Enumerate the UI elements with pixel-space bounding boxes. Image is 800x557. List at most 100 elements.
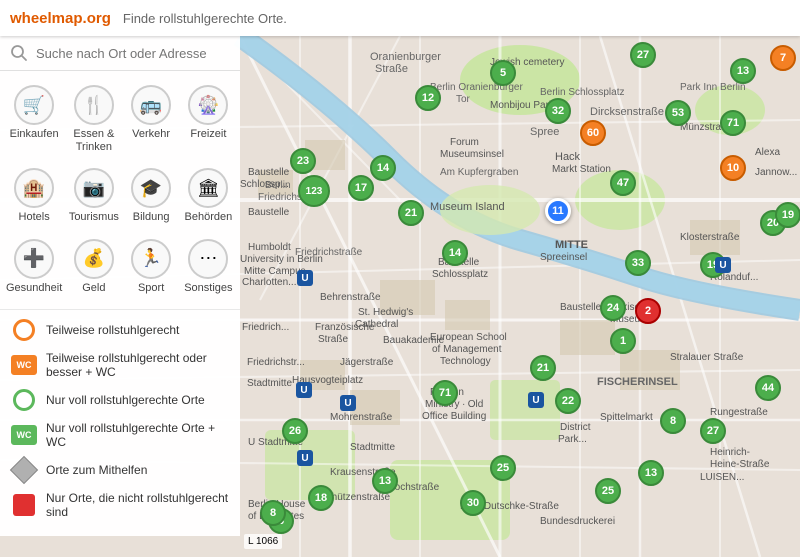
- ubahn-marker: U: [715, 257, 731, 273]
- map-cluster-c40[interactable]: 123: [298, 175, 330, 207]
- category-item-verkehr[interactable]: 🚌 Verkehr: [124, 79, 179, 160]
- map-cluster-c23[interactable]: 13: [730, 58, 756, 84]
- category-item-gesundheit[interactable]: ➕ Gesundheit: [4, 233, 64, 301]
- svg-text:Spreeinsel: Spreeinsel: [540, 252, 587, 263]
- svg-text:Stralauer Straße: Stralauer Straße: [670, 352, 744, 363]
- map-cluster-c36[interactable]: 13: [372, 468, 398, 494]
- category-icon-geld: 💰: [74, 239, 114, 279]
- ubahn-marker: U: [528, 392, 544, 408]
- category-label-behoerden: Behörden: [185, 211, 233, 224]
- map-cluster-c31[interactable]: 25: [595, 478, 621, 504]
- svg-text:St. Hedwig's: St. Hedwig's: [358, 307, 413, 318]
- map-cluster-c8[interactable]: 71: [720, 110, 746, 136]
- map-cluster-c6[interactable]: 60: [580, 120, 606, 146]
- svg-text:Park Inn Berlin: Park Inn Berlin: [680, 82, 746, 93]
- category-icon-gesundheit: ➕: [14, 239, 54, 279]
- map-cluster-c2[interactable]: 12: [415, 85, 441, 111]
- map-cluster-c37[interactable]: 13: [638, 460, 664, 486]
- map-cluster-c11[interactable]: 10: [720, 155, 746, 181]
- map-cluster-c19[interactable]: 22: [555, 388, 581, 414]
- legend-icon-wrap: WC: [10, 424, 38, 446]
- map-cluster-c35[interactable]: 8: [260, 500, 286, 526]
- map-cluster-c3[interactable]: 5: [490, 60, 516, 86]
- category-label-bildung: Bildung: [133, 211, 170, 224]
- svg-text:Spittelmarkt: Spittelmarkt: [600, 412, 653, 423]
- category-label-tourismus: Tourismus: [69, 211, 119, 224]
- map-cluster-c28[interactable]: 14: [442, 240, 468, 266]
- svg-text:Spree: Spree: [530, 126, 559, 138]
- legend-icon-wrap: [10, 459, 38, 481]
- map-cluster-c30[interactable]: 25: [490, 455, 516, 481]
- svg-text:Stadtmitte: Stadtmitte: [350, 442, 395, 453]
- map-cluster-c33[interactable]: 18: [308, 485, 334, 511]
- map-cluster-c14[interactable]: 33: [625, 250, 651, 276]
- svg-text:Jannow...: Jannow...: [755, 167, 797, 178]
- map-cluster-c7[interactable]: 53: [665, 100, 691, 126]
- ubahn-marker: U: [297, 450, 313, 466]
- map-cluster-c25[interactable]: 19: [775, 202, 800, 228]
- svg-text:Tor: Tor: [456, 94, 471, 105]
- category-label-gesundheit: Gesundheit: [6, 282, 62, 295]
- legend: Teilweise rollstuhlgerecht WC Teilweise …: [0, 309, 240, 528]
- svg-text:Baustelle: Baustelle: [560, 302, 602, 313]
- categories-grid: 🛒 Einkaufen 🍴 Essen & Trinken 🚌 Verkehr …: [0, 71, 240, 309]
- svg-text:Hack: Hack: [555, 151, 581, 163]
- category-icon-essen-trinken: 🍴: [74, 85, 114, 125]
- category-icon-hotels: 🏨: [14, 168, 54, 208]
- map-cluster-c9[interactable]: 11: [545, 198, 571, 224]
- map-cluster-c1[interactable]: 23: [290, 148, 316, 174]
- category-item-geld[interactable]: 💰 Geld: [66, 233, 121, 301]
- map-cluster-c5[interactable]: 32: [545, 98, 571, 124]
- category-icon-bildung: 🎓: [131, 168, 171, 208]
- legend-text: Nur voll rollstuhlgerechte Orte: [46, 393, 205, 407]
- logo[interactable]: wheelmap.org: [10, 10, 111, 27]
- svg-text:Humboldt: Humboldt: [248, 242, 291, 253]
- category-item-bildung[interactable]: 🎓 Bildung: [124, 162, 179, 230]
- category-item-tourismus[interactable]: 📷 Tourismus: [66, 162, 121, 230]
- map-cluster-c17[interactable]: 1: [610, 328, 636, 354]
- category-item-sport[interactable]: 🏃 Sport: [124, 233, 179, 301]
- map-cluster-c24[interactable]: 7: [770, 45, 796, 71]
- map-cluster-c10[interactable]: 47: [610, 170, 636, 196]
- svg-text:FISCHERINSEL: FISCHERINSEL: [597, 376, 678, 388]
- category-item-hotels[interactable]: 🏨 Hotels: [4, 162, 64, 230]
- map-cluster-c32[interactable]: 30: [460, 490, 486, 516]
- svg-text:Behrenstraße: Behrenstraße: [320, 292, 381, 303]
- svg-text:Cathedral: Cathedral: [355, 319, 398, 330]
- map-cluster-c39[interactable]: 26: [282, 418, 308, 444]
- category-item-einkaufen[interactable]: 🛒 Einkaufen: [4, 79, 64, 160]
- category-label-verkehr: Verkehr: [132, 128, 170, 141]
- legend-icon-red-square: [13, 494, 35, 516]
- svg-text:University in Berlin: University in Berlin: [240, 254, 323, 265]
- legend-item-full: Nur voll rollstuhlgerechte Orte: [10, 384, 230, 416]
- category-item-sonstiges[interactable]: ⋯ Sonstiges: [181, 233, 236, 301]
- map-cluster-c21[interactable]: 27: [700, 418, 726, 444]
- map-cluster-c16[interactable]: 2: [635, 298, 661, 324]
- map-cluster-c38[interactable]: 71: [432, 380, 458, 406]
- category-item-freizeit[interactable]: 🎡 Freizeit: [181, 79, 236, 160]
- legend-icon-green-wc: WC: [11, 425, 37, 445]
- category-item-behoerden[interactable]: 🏛 Behörden: [181, 162, 236, 230]
- map-cluster-c29[interactable]: 14: [370, 155, 396, 181]
- map-cluster-c4[interactable]: 27: [630, 42, 656, 68]
- legend-icon-diamond: [13, 459, 35, 481]
- map-cluster-c26[interactable]: 17: [348, 175, 374, 201]
- map-cluster-c20[interactable]: 8: [660, 408, 686, 434]
- map-cluster-c18[interactable]: 21: [530, 355, 556, 381]
- legend-icon-green-ring: [13, 389, 35, 411]
- svg-text:Schlossp...: Schlossp...: [240, 179, 289, 190]
- legend-icon-wrap: [10, 319, 38, 341]
- legend-item-partial-wc: WC Teilweise rollstuhlgerecht oder besse…: [10, 346, 230, 384]
- tagline: Finde rollstuhlgerechte Orte.: [123, 11, 287, 26]
- svg-text:District: District: [560, 422, 591, 433]
- map-cluster-c22[interactable]: 44: [755, 375, 781, 401]
- category-item-essen-trinken[interactable]: 🍴 Essen & Trinken: [66, 79, 121, 160]
- svg-text:Rungestraße: Rungestraße: [710, 407, 768, 418]
- map-cluster-c27[interactable]: 21: [398, 200, 424, 226]
- logo-text: wheelmap: [10, 10, 83, 27]
- svg-text:Technology: Technology: [440, 356, 491, 367]
- legend-icon-orange-ring: [13, 319, 35, 341]
- map-cluster-c15[interactable]: 24: [600, 295, 626, 321]
- search-input[interactable]: [36, 46, 230, 61]
- search-box[interactable]: [0, 36, 240, 71]
